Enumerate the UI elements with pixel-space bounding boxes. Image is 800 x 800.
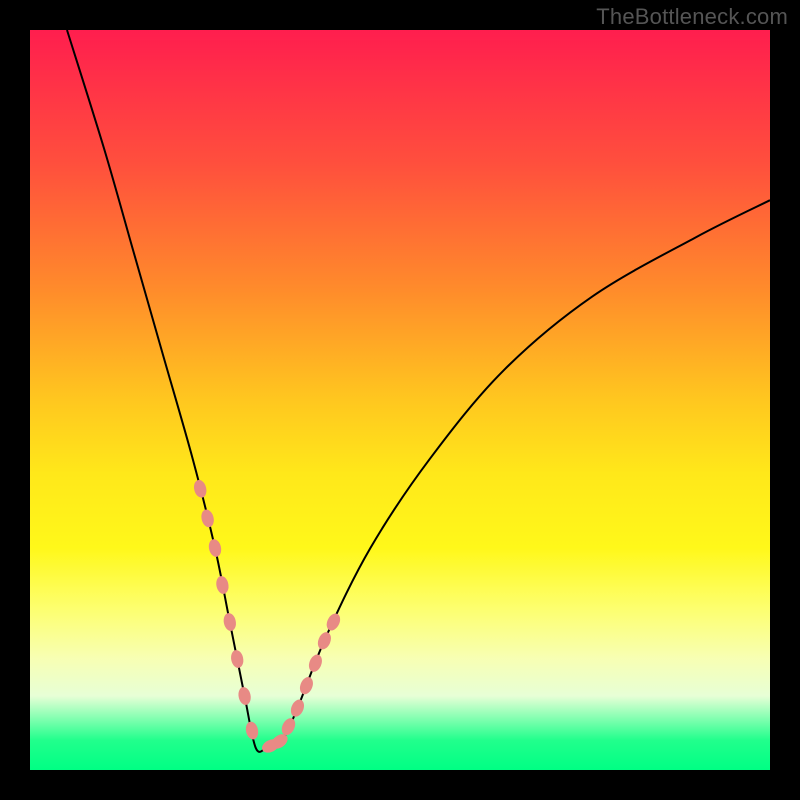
bottleneck-curve (67, 30, 770, 752)
bead-marker (207, 538, 223, 558)
watermark-text: TheBottleneck.com (596, 4, 788, 30)
bead-marker (315, 630, 333, 651)
bead-marker (279, 716, 298, 737)
bead-marker (230, 649, 245, 669)
bead-marker (237, 686, 252, 706)
highlight-beads (192, 479, 343, 756)
bead-marker (298, 675, 316, 696)
plot-svg (30, 30, 770, 770)
bead-marker (192, 479, 208, 499)
bead-marker (288, 698, 306, 719)
bead-marker (200, 508, 216, 528)
bead-marker (244, 720, 260, 740)
plot-area (30, 30, 770, 770)
chart-frame: TheBottleneck.com (0, 0, 800, 800)
bead-marker (215, 575, 230, 595)
bead-marker (324, 611, 343, 632)
bead-marker (307, 653, 325, 674)
bead-marker (222, 612, 237, 632)
